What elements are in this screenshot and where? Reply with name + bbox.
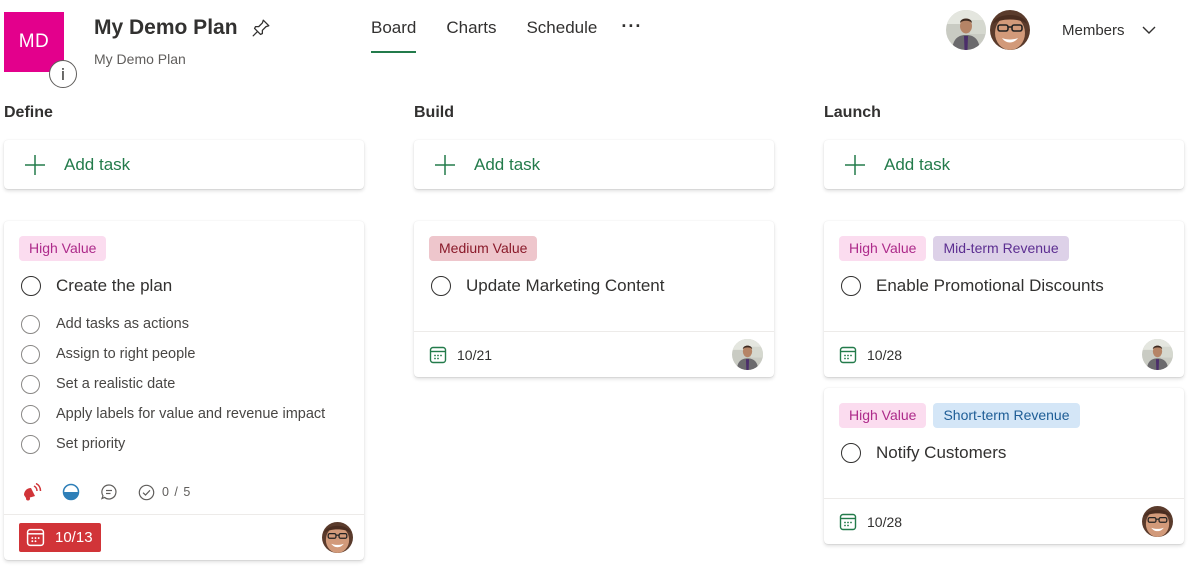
- checkmark-circle-icon: [138, 484, 155, 500]
- checklist-item-radio[interactable]: [21, 314, 40, 334]
- comments-icon: [100, 483, 118, 501]
- label-pill: High Value: [19, 236, 107, 261]
- due-date: 10/21: [457, 346, 493, 363]
- add-task-button[interactable]: Add task: [414, 140, 774, 189]
- checklist-item: Set a realistic date: [19, 369, 349, 399]
- due-date: 10/28: [867, 346, 903, 363]
- task-title: Update Marketing Content: [466, 276, 665, 295]
- checklist-item: Add tasks as actions: [19, 309, 349, 339]
- due-date-badge[interactable]: 10/28: [839, 346, 902, 364]
- bucket-define: Define Add task High Value Create the pl…: [4, 104, 364, 560]
- plan-title: My Demo Plan: [94, 16, 238, 39]
- progress-in-progress-icon: [62, 483, 80, 501]
- info-icon[interactable]: i: [49, 60, 77, 88]
- task-title: Enable Promotional Discounts: [876, 276, 1104, 295]
- bucket-title[interactable]: Build: [414, 104, 774, 128]
- bucket-build: Build Add task Medium Value Update Marke…: [414, 104, 774, 377]
- checklist-indicator: 0 / 5: [138, 484, 191, 501]
- add-task-label: Add task: [64, 154, 131, 174]
- plus-icon: [845, 154, 865, 175]
- assignee-avatar[interactable]: [732, 339, 763, 370]
- complete-task-radio[interactable]: [841, 443, 861, 463]
- view-tabs: Board Charts Schedule ···: [371, 17, 642, 54]
- label-pill: Mid-term Revenue: [933, 236, 1069, 261]
- checklist-item-text: Set a realistic date: [56, 376, 176, 392]
- add-task-label: Add task: [884, 154, 951, 174]
- due-date: 10/28: [867, 513, 903, 530]
- task-card[interactable]: High Value Mid-term Revenue Enable Promo…: [824, 221, 1184, 377]
- calendar-icon: [429, 346, 447, 364]
- due-date-badge[interactable]: 10/28: [839, 513, 902, 531]
- pin-icon[interactable]: [250, 17, 272, 39]
- complete-task-radio[interactable]: [841, 276, 861, 296]
- label-pill: High Value: [839, 236, 927, 261]
- chevron-down-icon[interactable]: [1141, 22, 1157, 38]
- bucket-launch: Launch Add task High Value Mid-term Reve…: [824, 104, 1184, 544]
- checklist-item-text: Set priority: [56, 436, 126, 452]
- checklist-item-radio[interactable]: [21, 374, 40, 394]
- checklist-item-text: Add tasks as actions: [56, 316, 189, 332]
- assignee-avatar[interactable]: [322, 522, 353, 553]
- add-task-button[interactable]: Add task: [4, 140, 364, 189]
- task-title: Create the plan: [56, 276, 173, 295]
- calendar-icon: [839, 513, 857, 531]
- tab-board[interactable]: Board: [371, 18, 417, 54]
- plus-icon: [435, 154, 455, 175]
- member-avatar-woman[interactable]: [990, 10, 1030, 50]
- tab-charts[interactable]: Charts: [446, 18, 496, 54]
- due-date-badge[interactable]: 10/13: [19, 523, 101, 552]
- due-date-badge[interactable]: 10/21: [429, 346, 492, 364]
- assignee-avatar[interactable]: [1142, 339, 1173, 370]
- plus-icon: [25, 154, 45, 175]
- complete-task-radio[interactable]: [431, 276, 451, 296]
- members-area: Members: [946, 10, 1157, 50]
- task-card[interactable]: High Value Create the plan Add tasks as …: [4, 221, 364, 560]
- bucket-title[interactable]: Define: [4, 104, 364, 128]
- add-task-label: Add task: [474, 154, 541, 174]
- plan-header: MD i My Demo Plan My Demo Plan Board Cha…: [0, 0, 1195, 90]
- assignee-avatar[interactable]: [1142, 506, 1173, 537]
- calendar-icon: [26, 528, 45, 547]
- checklist-item-radio[interactable]: [21, 344, 40, 364]
- checklist-item: Assign to right people: [19, 339, 349, 369]
- calendar-icon: [839, 346, 857, 364]
- task-indicators: 0 / 5: [19, 481, 349, 503]
- more-options-icon[interactable]: ···: [621, 17, 642, 35]
- checklist-item: Apply labels for value and revenue impac…: [19, 399, 349, 429]
- label-pill: Medium Value: [429, 236, 538, 261]
- checklist-item-radio[interactable]: [21, 434, 40, 454]
- add-task-button[interactable]: Add task: [824, 140, 1184, 189]
- checklist-item-text: Apply labels for value and revenue impac…: [56, 406, 326, 422]
- checklist-count: 0 / 5: [162, 485, 192, 499]
- task-title: Notify Customers: [876, 443, 1007, 462]
- checklist-item-radio[interactable]: [21, 404, 40, 424]
- plan-subtitle: My Demo Plan: [94, 51, 186, 67]
- label-pill: Short-term Revenue: [933, 403, 1080, 428]
- checklist-item-text: Assign to right people: [56, 346, 196, 362]
- label-pill: High Value: [839, 403, 927, 428]
- complete-task-radio[interactable]: [21, 276, 41, 296]
- due-date: 10/13: [55, 529, 93, 546]
- members-button[interactable]: Members: [1062, 22, 1125, 39]
- task-card[interactable]: Medium Value Update Marketing Content 10…: [414, 221, 774, 377]
- checklist-item: Set priority: [19, 429, 349, 459]
- tab-schedule[interactable]: Schedule: [526, 18, 597, 54]
- urgent-priority-icon: [22, 483, 42, 501]
- member-avatar-man[interactable]: [946, 10, 986, 50]
- bucket-title[interactable]: Launch: [824, 104, 1184, 128]
- checklist: Add tasks as actions Assign to right peo…: [19, 309, 349, 459]
- task-card[interactable]: High Value Short-term Revenue Notify Cus…: [824, 388, 1184, 544]
